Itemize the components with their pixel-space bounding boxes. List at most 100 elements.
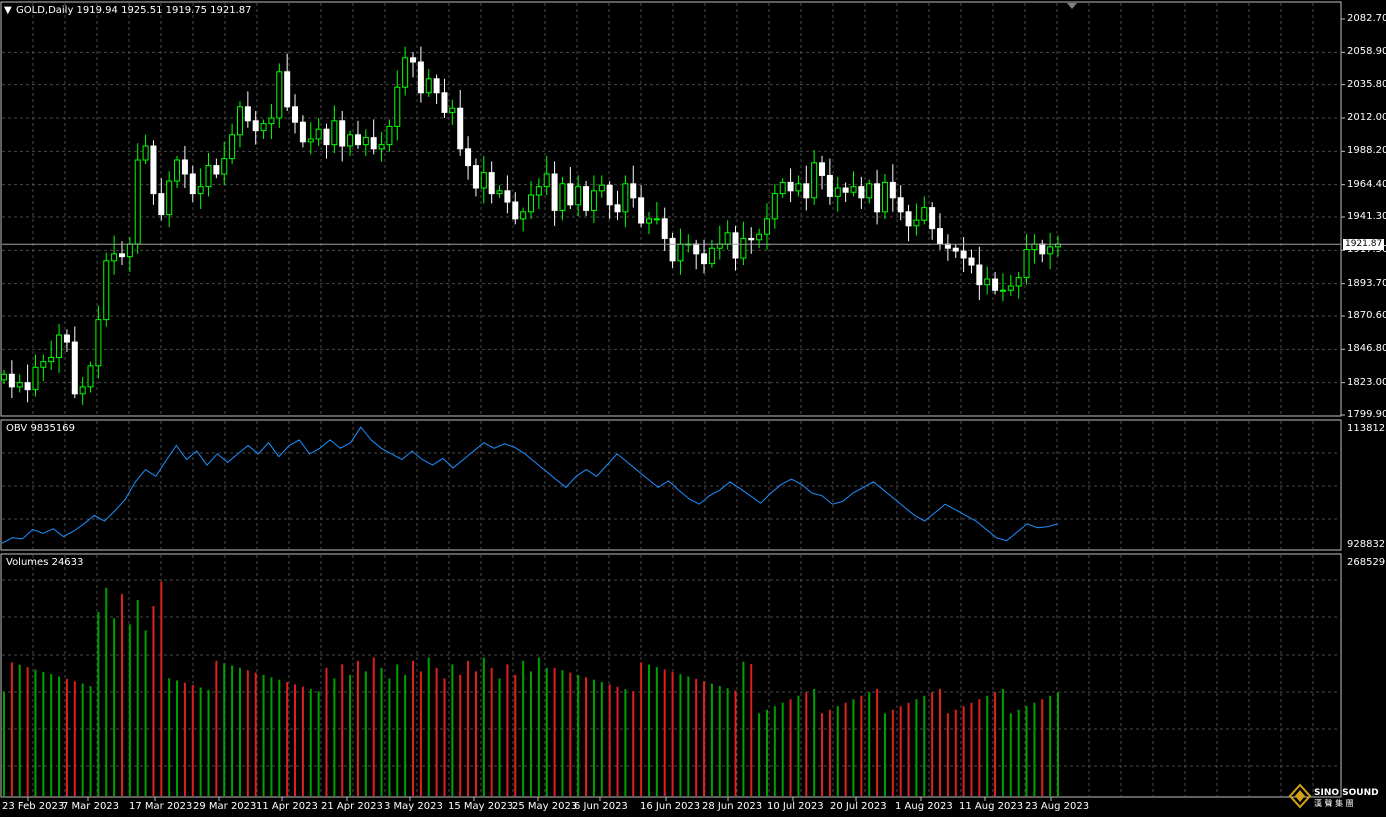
candle-bear — [889, 181, 896, 199]
candle-bull — [79, 386, 86, 395]
obv-min: 9288327 — [1347, 539, 1386, 550]
candle-bear — [150, 145, 157, 195]
time-tick-label: 6 Jun 2023 — [574, 801, 628, 812]
candle-bear — [71, 341, 78, 395]
candle-bull — [575, 186, 582, 206]
chart-canvas — [0, 1, 1345, 801]
candle-bear — [244, 106, 251, 122]
price-tick-label: 2035.80 — [1347, 78, 1386, 90]
candle-bull — [307, 138, 314, 143]
candle-bull — [677, 243, 684, 262]
obv-line — [1, 426, 1059, 544]
candle-bear — [292, 106, 299, 123]
candle-bear — [905, 211, 912, 227]
candle-bear — [606, 184, 613, 206]
candle-bear — [960, 250, 967, 259]
candle-bear — [465, 148, 472, 167]
candle-bear — [803, 183, 810, 199]
candle-bear — [937, 228, 944, 245]
candle-bull — [528, 194, 534, 213]
price-panel-frame — [0, 1, 1342, 417]
candle-bull — [16, 382, 23, 388]
price-tick-label: 1964.40 — [1347, 178, 1386, 190]
candle-bear — [858, 186, 865, 199]
candle-bull — [111, 253, 118, 262]
candle-bear — [748, 237, 755, 241]
candle-bear — [787, 181, 794, 192]
candle-bear — [842, 187, 849, 193]
candle-bull — [166, 180, 173, 216]
candle-bear — [929, 207, 936, 230]
obv-max: 11381232 — [1347, 423, 1386, 434]
volume-max: 268529 — [1347, 557, 1386, 568]
candle-bull — [543, 173, 550, 188]
candle-bull — [1031, 243, 1038, 251]
candle-bull — [362, 137, 369, 146]
candle-bull — [394, 86, 401, 127]
candle-bull — [763, 218, 770, 235]
candle-bear — [976, 264, 983, 286]
candle-bear — [299, 121, 306, 143]
price-tick-label: 1870.60 — [1347, 310, 1386, 321]
price-tick-label: 1941.30 — [1347, 211, 1386, 222]
candle-bear — [441, 92, 448, 113]
candle-bear — [433, 78, 440, 94]
candle-bull — [559, 183, 566, 211]
candle-bull — [999, 289, 1006, 292]
candle-bull — [95, 319, 102, 367]
candle-bear — [488, 172, 495, 195]
candle-bear — [630, 183, 637, 199]
candle-bear — [189, 173, 196, 195]
candle-bull — [134, 159, 141, 245]
sino-sound-logo: SINO SOUND 漢 聲 集 團 — [1288, 783, 1379, 809]
shift-marker-icon — [1067, 3, 1077, 9]
time-tick-label: 29 Mar 2023 — [193, 801, 257, 812]
candle-bull — [236, 106, 243, 136]
time-tick-label: 25 May 2023 — [512, 801, 578, 812]
candle-bull — [590, 190, 597, 211]
candle-bull — [779, 181, 786, 195]
mt-chart-window: { "header": { "symbol_line": "GOLD,Daily… — [0, 0, 1386, 817]
dropdown-icon[interactable]: ▼ — [4, 6, 12, 16]
candle-bull — [1047, 246, 1054, 255]
candle-bull — [496, 190, 503, 195]
candle-bull — [756, 233, 763, 241]
candle-bear — [410, 57, 417, 63]
obv-panel-frame — [0, 419, 1342, 551]
candle-bull — [834, 187, 841, 197]
candle-bull — [480, 172, 487, 189]
candle-bear — [472, 165, 479, 189]
candle-bear — [417, 61, 424, 94]
candle-bull — [984, 278, 991, 286]
candle-bull — [260, 123, 267, 132]
candle-bull — [653, 218, 660, 221]
candle-bull — [197, 186, 204, 195]
current-price-label: 1921.87 — [1343, 239, 1384, 250]
candle-bear — [181, 159, 188, 175]
candle-bear — [874, 183, 881, 213]
candle-bear — [567, 183, 574, 206]
candle-bull — [402, 57, 409, 88]
candle-bear — [952, 247, 959, 252]
price-tick-label: 2012.00 — [1347, 112, 1386, 123]
candle-bull — [32, 366, 39, 391]
time-tick-label: 21 Apr 2023 — [321, 801, 383, 812]
candle-bull — [881, 181, 888, 213]
price-tick-label: 1988.20 — [1347, 145, 1386, 157]
candle-bull — [268, 117, 275, 125]
time-tick-label: 17 Mar 2023 — [129, 801, 193, 812]
candle-bear — [63, 334, 70, 343]
candle-bear — [826, 174, 833, 197]
candle-bear — [1039, 243, 1046, 255]
candle-bull — [850, 186, 857, 193]
candle-bull — [598, 184, 605, 192]
time-tick-label: 20 Jul 2023 — [830, 801, 887, 812]
candle-bear — [512, 201, 519, 220]
candle-bull — [771, 193, 778, 220]
time-tick-label: 7 Mar 2023 — [62, 801, 120, 812]
time-tick-label: 3 May 2023 — [384, 801, 443, 812]
candle-bull — [205, 165, 212, 188]
candle-bear — [118, 253, 125, 258]
candle-bull — [811, 162, 818, 199]
candle-bear — [8, 373, 15, 388]
